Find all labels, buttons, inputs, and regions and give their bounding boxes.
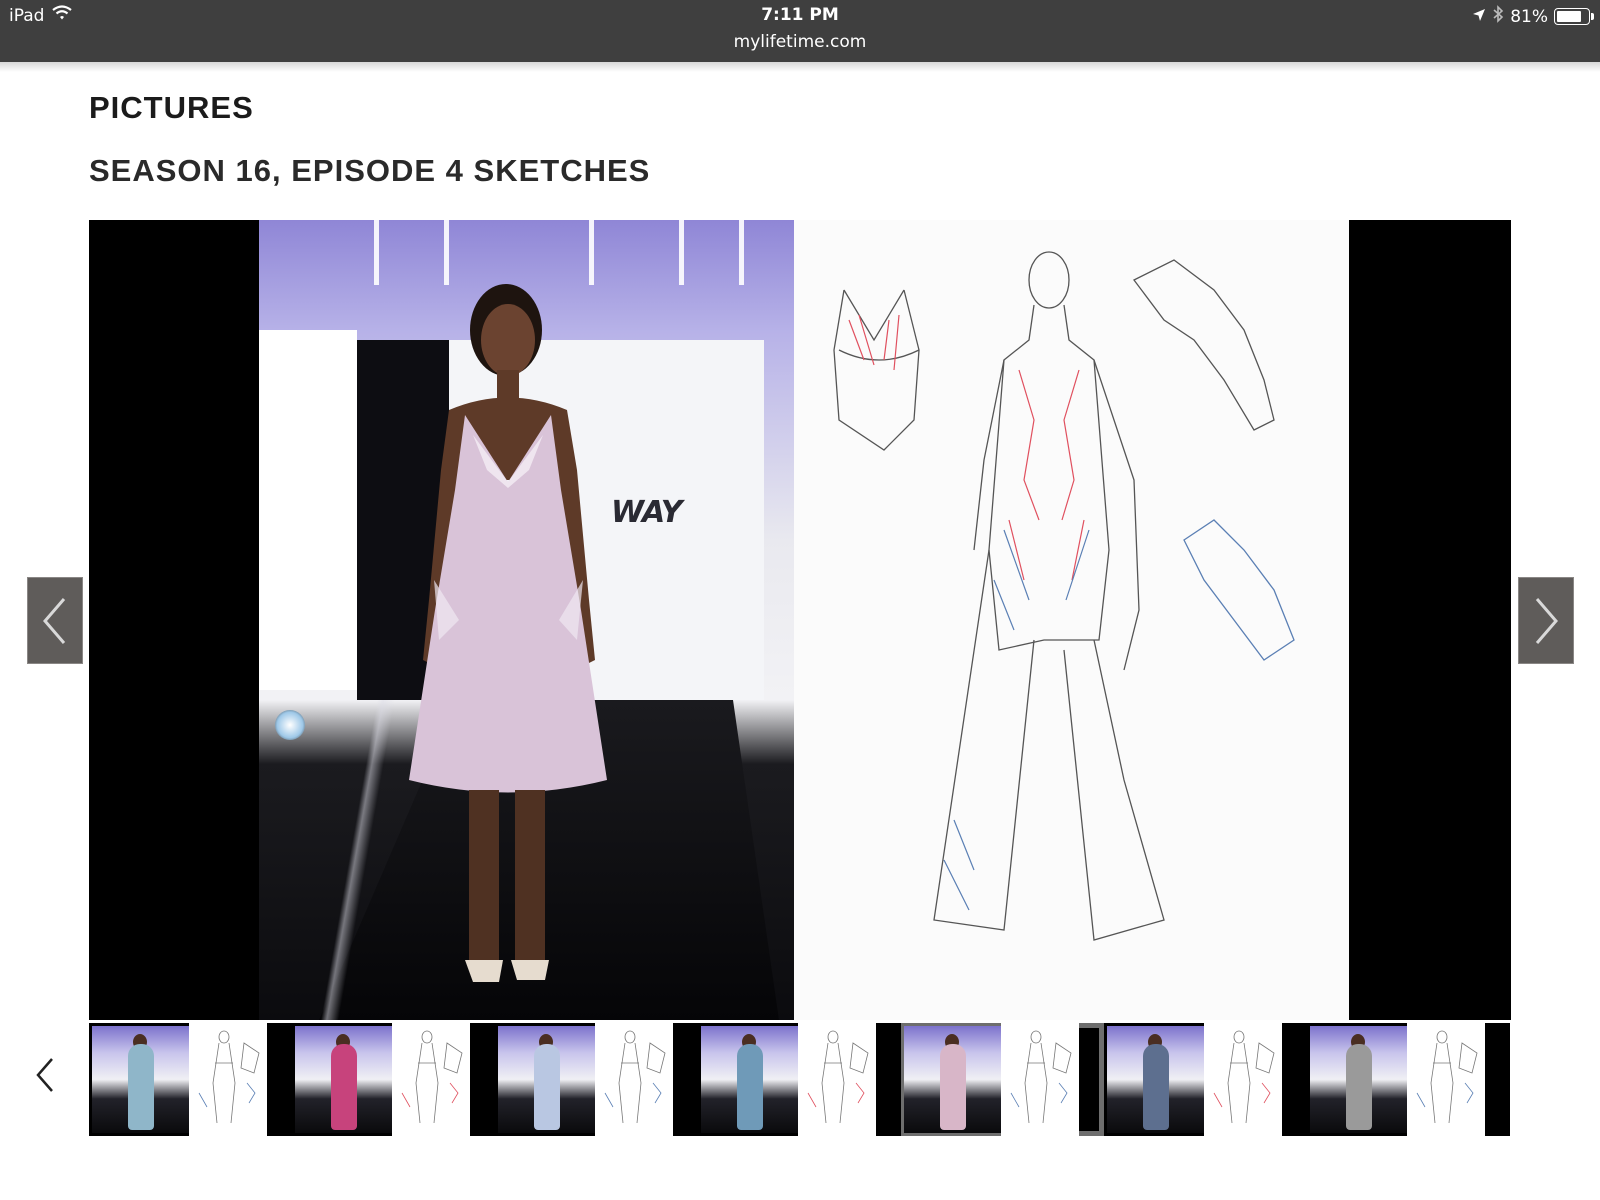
chevron-left-icon	[36, 1058, 53, 1092]
gallery-thumbnail[interactable]	[1307, 1023, 1510, 1136]
bluetooth-icon	[1492, 5, 1504, 28]
chevron-right-icon	[1535, 597, 1558, 644]
thumbnail-sketch	[1001, 1023, 1079, 1136]
status-bar: iPad 7:11 PM mylifetime.com 81%	[0, 0, 1600, 62]
gallery-thumbnail[interactable]	[89, 1023, 292, 1136]
thumbnail-photo	[498, 1026, 595, 1133]
gallery-thumbnail[interactable]	[1104, 1023, 1307, 1136]
thumbnail-photo	[1107, 1026, 1204, 1133]
model-figure	[409, 284, 607, 982]
thumbnails-previous-button[interactable]	[28, 1055, 62, 1095]
gallery-thumbnail[interactable]	[901, 1023, 1104, 1136]
gallery-title: SEASON 16, EPISODE 4 SKETCHES	[89, 153, 651, 188]
address-url[interactable]: mylifetime.com	[0, 32, 1600, 52]
thumbnail-sketch	[392, 1023, 470, 1136]
status-right: 81%	[1472, 5, 1594, 28]
thumbnail-photo	[295, 1026, 392, 1133]
runway-photo: WAY	[259, 220, 794, 1020]
thumbnail-sketch	[798, 1023, 876, 1136]
status-center: 7:11 PM mylifetime.com	[0, 5, 1600, 52]
next-image-button[interactable]	[1518, 577, 1574, 664]
thumbnail-sketch	[595, 1023, 673, 1136]
battery-icon	[1554, 8, 1594, 25]
location-icon	[1472, 7, 1486, 27]
thumbnail-photo	[92, 1026, 189, 1133]
gallery-thumbnail[interactable]	[698, 1023, 901, 1136]
design-sketch	[794, 220, 1349, 1020]
thumbnail-sketch	[1204, 1023, 1282, 1136]
thumbnail-photo	[1310, 1026, 1407, 1133]
gallery-thumbnail[interactable]	[292, 1023, 495, 1136]
main-image-viewer[interactable]: WAY	[89, 220, 1511, 1020]
gallery-thumbnail[interactable]	[495, 1023, 698, 1136]
section-title: PICTURES	[89, 90, 254, 125]
thumbnail-photo	[904, 1026, 1001, 1133]
battery-percent: 81%	[1510, 6, 1548, 27]
status-time: 7:11 PM	[761, 5, 839, 25]
toolbar-shadow	[0, 62, 1600, 72]
thumbnail-sketch	[1407, 1023, 1485, 1136]
previous-image-button[interactable]	[27, 577, 83, 664]
thumbnail-photo	[701, 1026, 798, 1133]
chevron-left-icon	[43, 597, 66, 644]
thumbnail-sketch	[189, 1023, 267, 1136]
thumbnail-strip	[89, 1023, 1511, 1136]
